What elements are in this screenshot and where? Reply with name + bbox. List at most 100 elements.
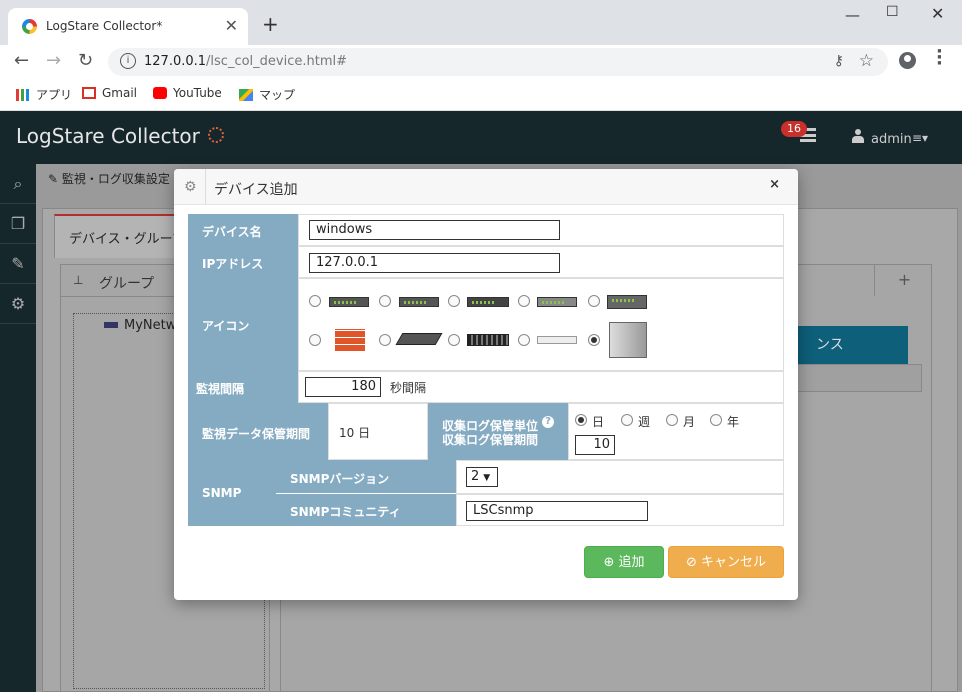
bookmark-label: Gmail: [102, 86, 138, 100]
add-label: 追加: [618, 555, 645, 570]
plus-circle-icon: ⊕: [603, 555, 619, 570]
snmp-version-label: SNMPバージョン: [276, 460, 456, 494]
gears-icon[interactable]: ⚙: [0, 284, 36, 324]
browser-tab[interactable]: LogStare Collector* ✕: [8, 8, 248, 45]
search-icon[interactable]: ⌕: [0, 164, 36, 204]
maps-icon: [239, 89, 253, 101]
book-icon[interactable]: ❒: [0, 204, 36, 244]
retention-label: 監視データ保管期間: [188, 403, 328, 460]
ip-input[interactable]: 127.0.0.1: [309, 253, 560, 273]
tree-item[interactable]: MyNetw: [124, 318, 176, 333]
minimize-icon[interactable]: —: [845, 6, 860, 24]
breadcrumb-label: 監視・ログ収集設定: [61, 172, 170, 186]
bookmarks-bar: アプリ Gmail YouTube マップ: [0, 78, 962, 111]
sitemap-icon: ⊥: [73, 273, 84, 287]
gear-icon: ⚙: [184, 179, 197, 195]
icon-radio-2[interactable]: [379, 295, 391, 307]
panel-strip: [790, 364, 922, 392]
switch-icon: [467, 334, 509, 346]
header-divider: [205, 169, 206, 205]
forward-icon[interactable]: →: [46, 50, 61, 71]
user-menu-icon[interactable]: ≡▾: [912, 131, 928, 145]
storage-icon: [607, 295, 647, 309]
label-text: デバイス名: [202, 225, 262, 239]
back-icon[interactable]: ←: [14, 50, 29, 71]
profile-icon[interactable]: [899, 52, 916, 69]
cancel-button[interactable]: ⊘ キャンセル: [668, 546, 784, 578]
icon-radio-5[interactable]: [588, 295, 600, 307]
icon-radio-3[interactable]: [448, 295, 460, 307]
snmp-label: SNMP: [188, 460, 276, 526]
label-text: アイコン: [202, 319, 250, 333]
modal-header: ⚙ デバイス追加 ×: [174, 169, 798, 205]
label-text: SNMP: [202, 486, 242, 500]
retention-cell: 10 日: [328, 403, 428, 460]
icon-radio-1[interactable]: [309, 295, 321, 307]
wrench-icon[interactable]: ✎: [0, 244, 36, 284]
sidebar: ⌕ ❒ ✎ ⚙: [0, 164, 36, 692]
group-title: グループ: [99, 276, 155, 292]
notification-badge: 16: [781, 121, 807, 137]
tab-label: デバイス・グループ: [69, 232, 185, 247]
browser-toolbar: ← → ↻ i 127.0.0.1/lsc_col_device.html# ⚷…: [0, 45, 962, 78]
close-icon[interactable]: ×: [769, 177, 780, 192]
unit-radio-week[interactable]: [621, 414, 633, 426]
icon-radio-4[interactable]: [518, 295, 530, 307]
ban-icon: ⊘: [685, 555, 701, 570]
label-text: 収集ログ保管期間: [442, 433, 539, 447]
bookmark-label: YouTube: [173, 86, 222, 100]
apps-grid-icon: [16, 89, 30, 101]
reload-icon[interactable]: ↻: [78, 50, 93, 71]
device-button[interactable]: ンス: [790, 326, 908, 364]
tab-device-group[interactable]: デバイス・グループ: [54, 214, 194, 258]
firewall-icon: [335, 329, 365, 351]
server-icon: [329, 297, 369, 307]
star-icon[interactable]: ☆: [859, 51, 874, 71]
key-icon[interactable]: ⚷: [834, 53, 844, 69]
icon-radio-10[interactable]: [588, 334, 600, 346]
url-text: 127.0.0.1/lsc_col_device.html#: [144, 54, 347, 69]
spinner-icon: [208, 127, 224, 143]
app-brand[interactable]: LogStare Collector: [16, 124, 200, 148]
interval-input[interactable]: 180: [305, 377, 381, 397]
log-unit-label: 収集ログ保管単位 ? 収集ログ保管期間: [428, 403, 568, 460]
icon-radio-7[interactable]: [379, 334, 391, 346]
new-tab-button[interactable]: +: [262, 12, 279, 36]
close-tab-icon[interactable]: ✕: [225, 16, 238, 35]
user-name[interactable]: admin: [871, 132, 912, 147]
bookmark-gmail[interactable]: Gmail: [82, 86, 137, 100]
icon-radio-9[interactable]: [518, 334, 530, 346]
youtube-icon: [153, 87, 167, 99]
add-button[interactable]: ⊕ 追加: [584, 546, 664, 578]
network-icon: [104, 322, 118, 328]
bookmark-youtube[interactable]: YouTube: [153, 86, 222, 100]
unit-radio-month[interactable]: [666, 414, 678, 426]
bookmark-apps[interactable]: アプリ: [16, 86, 72, 103]
browser-tabstrip: LogStare Collector* ✕ + — ☐ ✕: [0, 0, 962, 45]
bookmark-maps[interactable]: マップ: [239, 86, 295, 103]
interval-label: 監視間隔: [188, 371, 298, 403]
info-icon[interactable]: i: [120, 53, 136, 69]
window-close-icon[interactable]: ✕: [931, 4, 944, 23]
device-name-input[interactable]: windows: [309, 220, 560, 240]
maximize-icon[interactable]: ☐: [886, 4, 899, 20]
user-icon: [852, 129, 864, 143]
pc-tower-icon: [609, 322, 647, 358]
unit-radio-day[interactable]: [575, 414, 587, 426]
unit-radio-year[interactable]: [710, 414, 722, 426]
snmp-community-input[interactable]: LSCsnmp: [466, 501, 648, 521]
log-period-input[interactable]: 10: [575, 435, 615, 455]
add-group-button[interactable]: +: [874, 264, 934, 296]
hub-icon: [537, 336, 577, 344]
chevron-down-icon: ▼: [483, 473, 491, 483]
address-bar[interactable]: i 127.0.0.1/lsc_col_device.html# ⚷ ☆: [108, 48, 888, 76]
add-device-modal: ⚙ デバイス追加 × デバイス名 windows IPアドレス 127.0.0.…: [174, 169, 798, 600]
ip-label: IPアドレス: [188, 246, 298, 278]
gmail-icon: [82, 87, 96, 99]
icon-radio-6[interactable]: [309, 334, 321, 346]
icon-radio-8[interactable]: [448, 334, 460, 346]
menu-icon[interactable]: · · ·: [936, 43, 943, 73]
bookmark-label: マップ: [259, 88, 296, 102]
snmp-version-select[interactable]: 2 ▼: [466, 467, 498, 487]
help-icon[interactable]: ?: [542, 416, 554, 428]
